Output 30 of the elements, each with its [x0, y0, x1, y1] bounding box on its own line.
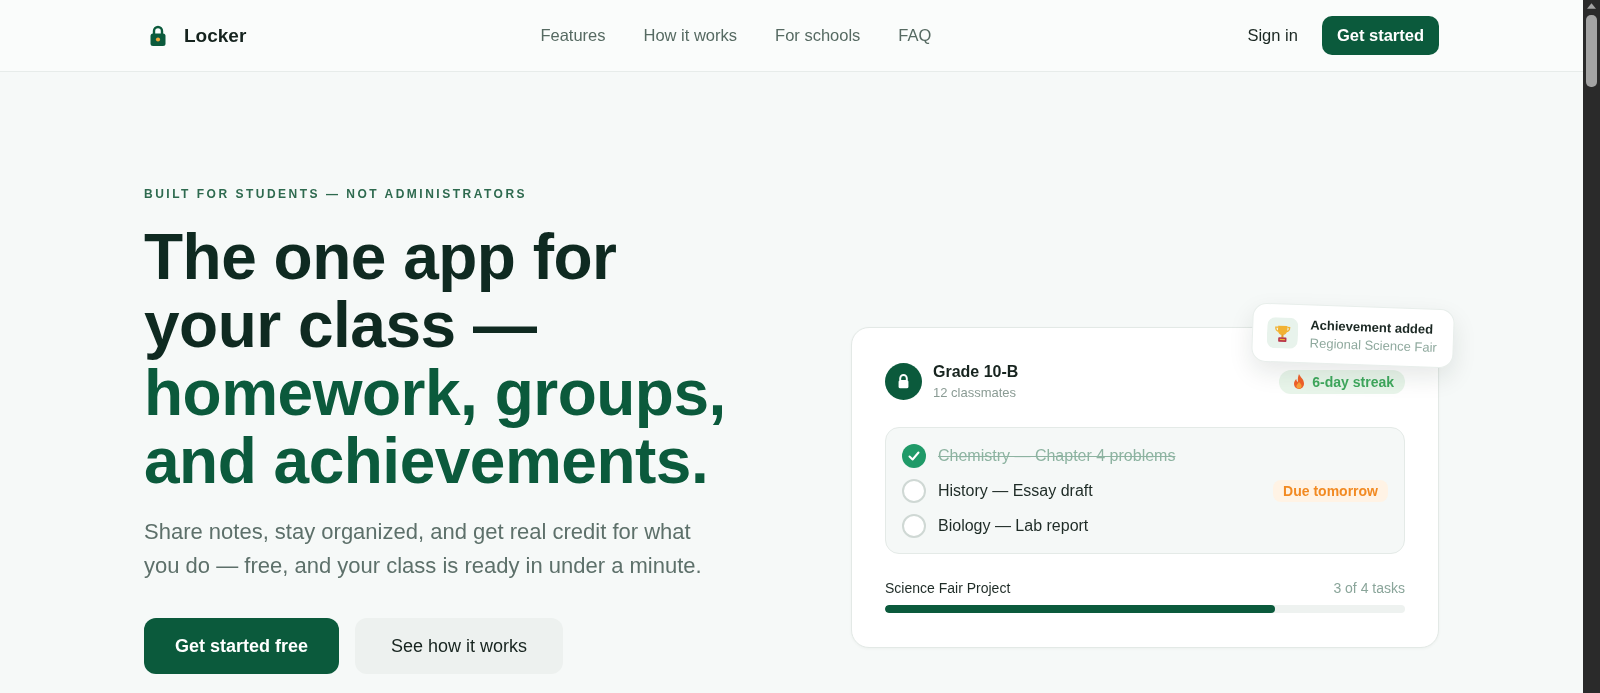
checkbox[interactable]	[902, 478, 926, 503]
checkbox[interactable]	[902, 443, 926, 468]
streak-label: 6-day streak	[1312, 373, 1394, 390]
padlock-icon[interactable]	[150, 25, 166, 46]
hero-headline: The one app for your class — homework, groups, and achievements.	[144, 223, 727, 495]
trophy-icon	[1266, 317, 1299, 350]
task-label: Chemistry — Chapter 4 problems	[938, 446, 1177, 465]
scrollbar-thumb[interactable]	[1586, 15, 1597, 87]
nav-link[interactable]: Features	[540, 26, 606, 45]
nav-link[interactable]: FAQ	[898, 26, 932, 45]
see-how-it-works-button[interactable]: See how it works	[355, 618, 564, 674]
nav-link[interactable]: For schools	[775, 26, 861, 45]
task-count: 3 of 4 tasks	[1333, 580, 1405, 597]
hero-description: Share notes, stay organized, and get real credit for what you do — free, and your class is ready in under a minute.	[144, 518, 703, 580]
task-label: History — Essay draft	[938, 481, 1094, 500]
brand-name[interactable]: Locker	[184, 24, 247, 47]
lock-avatar-icon	[885, 363, 922, 400]
class-name: Grade 10-B	[933, 362, 1019, 382]
eyebrow-text: BUILT FOR STUDENTS — NOT ADMINISTRATORS	[144, 186, 528, 202]
task-label: Biology — Lab report	[938, 516, 1090, 535]
nav-link[interactable]: How it works	[643, 26, 738, 45]
get-started-free-button[interactable]: Get started free	[144, 618, 340, 674]
get-started-button[interactable]: Get started	[1321, 16, 1439, 55]
checkbox[interactable]	[902, 513, 926, 538]
due-date-tag: Due tomorrow	[1273, 479, 1388, 502]
flame-icon	[1293, 374, 1306, 389]
project-name: Science Fair Project	[885, 580, 1011, 597]
scroll-up-arrow-icon[interactable]	[1587, 3, 1596, 9]
classmates-count: 12 classmates	[933, 384, 1018, 401]
sign-in-link[interactable]: Sign in	[1247, 26, 1298, 45]
